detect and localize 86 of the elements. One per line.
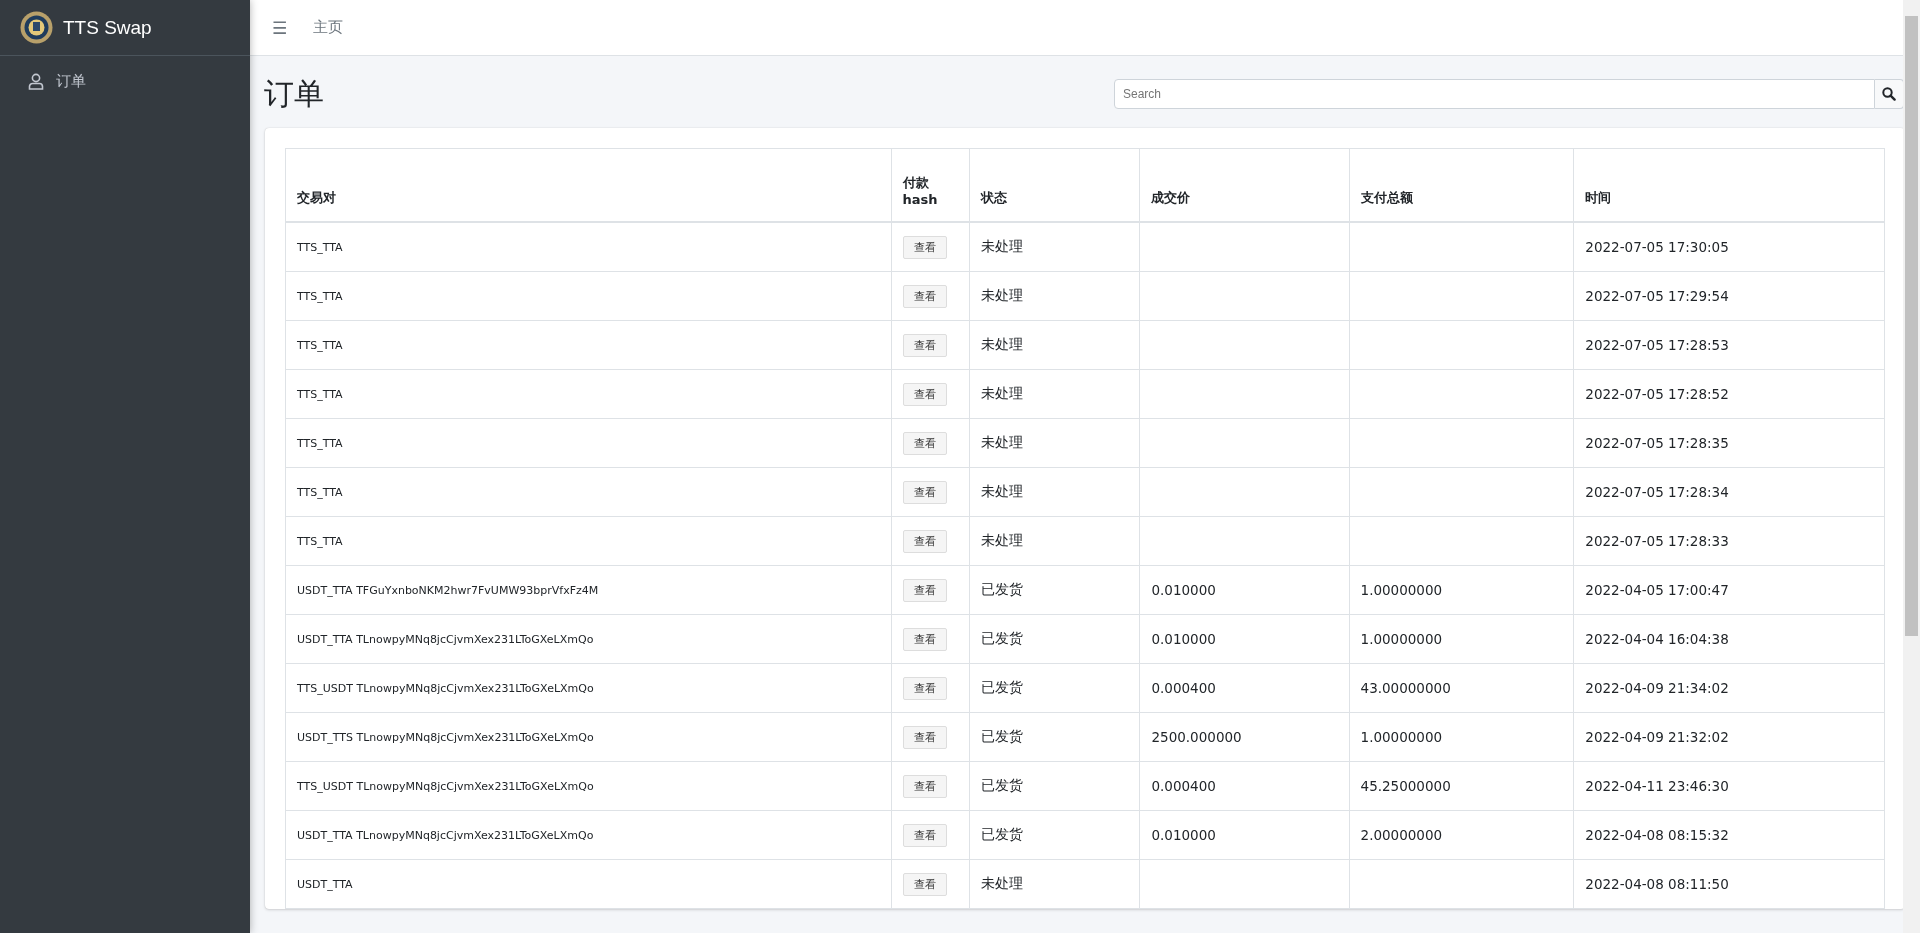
view-button[interactable]: 查看 (902, 284, 947, 308)
view-button[interactable]: 查看 (902, 480, 947, 504)
table-cell: TTS_TTA (297, 436, 343, 450)
table-cell: 2022-07-05 17:28:53 (1585, 337, 1729, 353)
table-cell: 2022-04-09 21:34:02 (1585, 680, 1729, 696)
search-icon (1882, 87, 1896, 101)
table-cell: USDT_TTS TLnowpyMNq8jcCjvmXex231LToGXeLXmQo (297, 730, 594, 744)
table-cell: 2.00000000 (1360, 827, 1443, 843)
view-button[interactable]: 查看 (902, 872, 947, 896)
table-cell: 未处理 (981, 287, 1024, 303)
sidebar-item[interactable]: 订单 (8, 64, 242, 99)
table-cell: 2022-07-05 17:28:52 (1585, 386, 1729, 402)
column-header: 时间 (1573, 148, 1885, 222)
table-cell: 未处理 (981, 483, 1024, 499)
view-button[interactable]: 查看 (902, 676, 947, 700)
table-cell: 未处理 (981, 385, 1024, 401)
table-cell: 未处理 (981, 434, 1024, 450)
table-cell: 0.000400 (1151, 680, 1216, 696)
table-cell: 0.000400 (1151, 778, 1216, 794)
table-cell: 1.00000000 (1360, 582, 1443, 598)
table-cell: 未处理 (981, 336, 1024, 352)
scrollbar[interactable] (1903, 0, 1920, 933)
view-button[interactable]: 查看 (902, 529, 947, 553)
table-cell: 已发货 (981, 826, 1024, 842)
brand-name: TTS Swap (63, 16, 152, 39)
table-cell: TTS_TTA (297, 485, 343, 499)
column-header: 付款 hash (891, 148, 970, 222)
table-cell: USDT_TTA TFGuYxnboNKM2hwr7FvUMW93bprVfxFz4M (297, 583, 599, 597)
search-field[interactable]: Search (1114, 79, 1875, 109)
table-cell: 已发货 (981, 777, 1024, 793)
table-cell: 0.010000 (1151, 827, 1216, 843)
table-cell: TTS_USDT TLnowpyMNq8jcCjvmXex231LToGXeLXmQo (297, 681, 594, 695)
table-cell: 未处理 (981, 875, 1024, 891)
table-cell: 已发货 (981, 581, 1024, 597)
table-cell: 已发货 (981, 630, 1024, 646)
table-cell: USDT_TTA (297, 877, 353, 891)
column-header: 支付总额 (1349, 148, 1574, 222)
column-header: 状态 (969, 148, 1140, 222)
logo-icon (20, 11, 53, 44)
table-cell: TTS_USDT TLnowpyMNq8jcCjvmXex231LToGXeLXmQo (297, 779, 594, 793)
view-button[interactable]: 查看 (902, 774, 947, 798)
view-button[interactable]: 查看 (902, 725, 947, 749)
table-cell: 2500.000000 (1151, 729, 1242, 745)
nav-link[interactable]: 主页 (313, 18, 344, 37)
table-cell: 未处理 (981, 238, 1024, 254)
table-cell: 2022-07-05 17:29:54 (1585, 288, 1729, 304)
table-cell: 2022-04-08 08:11:50 (1585, 876, 1729, 892)
user-icon (28, 73, 44, 90)
table-cell: TTS_TTA (297, 240, 343, 254)
view-button[interactable]: 查看 (902, 333, 947, 357)
table-cell: 已发货 (981, 679, 1024, 695)
scrollbar-thumb[interactable] (1905, 16, 1918, 636)
table-cell: 2022-04-11 23:46:30 (1585, 778, 1729, 794)
table-cell: 2022-07-05 17:30:05 (1585, 239, 1729, 255)
table-cell: TTS_TTA (297, 338, 343, 352)
view-button[interactable]: 查看 (902, 382, 947, 406)
menu-icon[interactable]: ☰ (272, 17, 288, 38)
table-cell: 已发货 (981, 728, 1024, 744)
table-cell: 未处理 (981, 532, 1024, 548)
view-button[interactable]: 查看 (902, 235, 947, 259)
search-button[interactable] (1875, 79, 1904, 109)
table-cell: 1.00000000 (1360, 729, 1443, 745)
column-header: 交易对 (285, 148, 891, 222)
table-cell: 2022-07-05 17:28:35 (1585, 435, 1729, 451)
table-cell: 2022-04-04 16:04:38 (1585, 631, 1729, 647)
table-cell: 2022-04-08 08:15:32 (1585, 827, 1729, 843)
table-cell: 1.00000000 (1360, 631, 1443, 647)
view-button[interactable]: 查看 (902, 431, 947, 455)
table-cell: 0.010000 (1151, 631, 1216, 647)
table-cell: 2022-07-05 17:28:33 (1585, 533, 1729, 549)
page-title: 订单 (264, 74, 324, 113)
table-cell: 2022-04-09 21:32:02 (1585, 729, 1729, 745)
table-cell: TTS_TTA (297, 289, 343, 303)
table-cell: 0.010000 (1151, 582, 1216, 598)
table-cell: 2022-04-05 17:00:47 (1585, 582, 1729, 598)
table-cell: TTS_TTA (297, 387, 343, 401)
view-button[interactable]: 查看 (902, 627, 947, 651)
column-header: 成交价 (1139, 148, 1350, 222)
view-button[interactable]: 查看 (902, 823, 947, 847)
view-button[interactable]: 查看 (902, 578, 947, 602)
table-cell: 45.25000000 (1360, 778, 1451, 794)
table-cell: USDT_TTA TLnowpyMNq8jcCjvmXex231LToGXeLXmQo (297, 632, 594, 646)
table-cell: 43.00000000 (1360, 680, 1451, 696)
table-cell: TTS_TTA (297, 534, 343, 548)
table-cell: USDT_TTA TLnowpyMNq8jcCjvmXex231LToGXeLXmQo (297, 828, 594, 842)
table-cell: 2022-07-05 17:28:34 (1585, 484, 1729, 500)
